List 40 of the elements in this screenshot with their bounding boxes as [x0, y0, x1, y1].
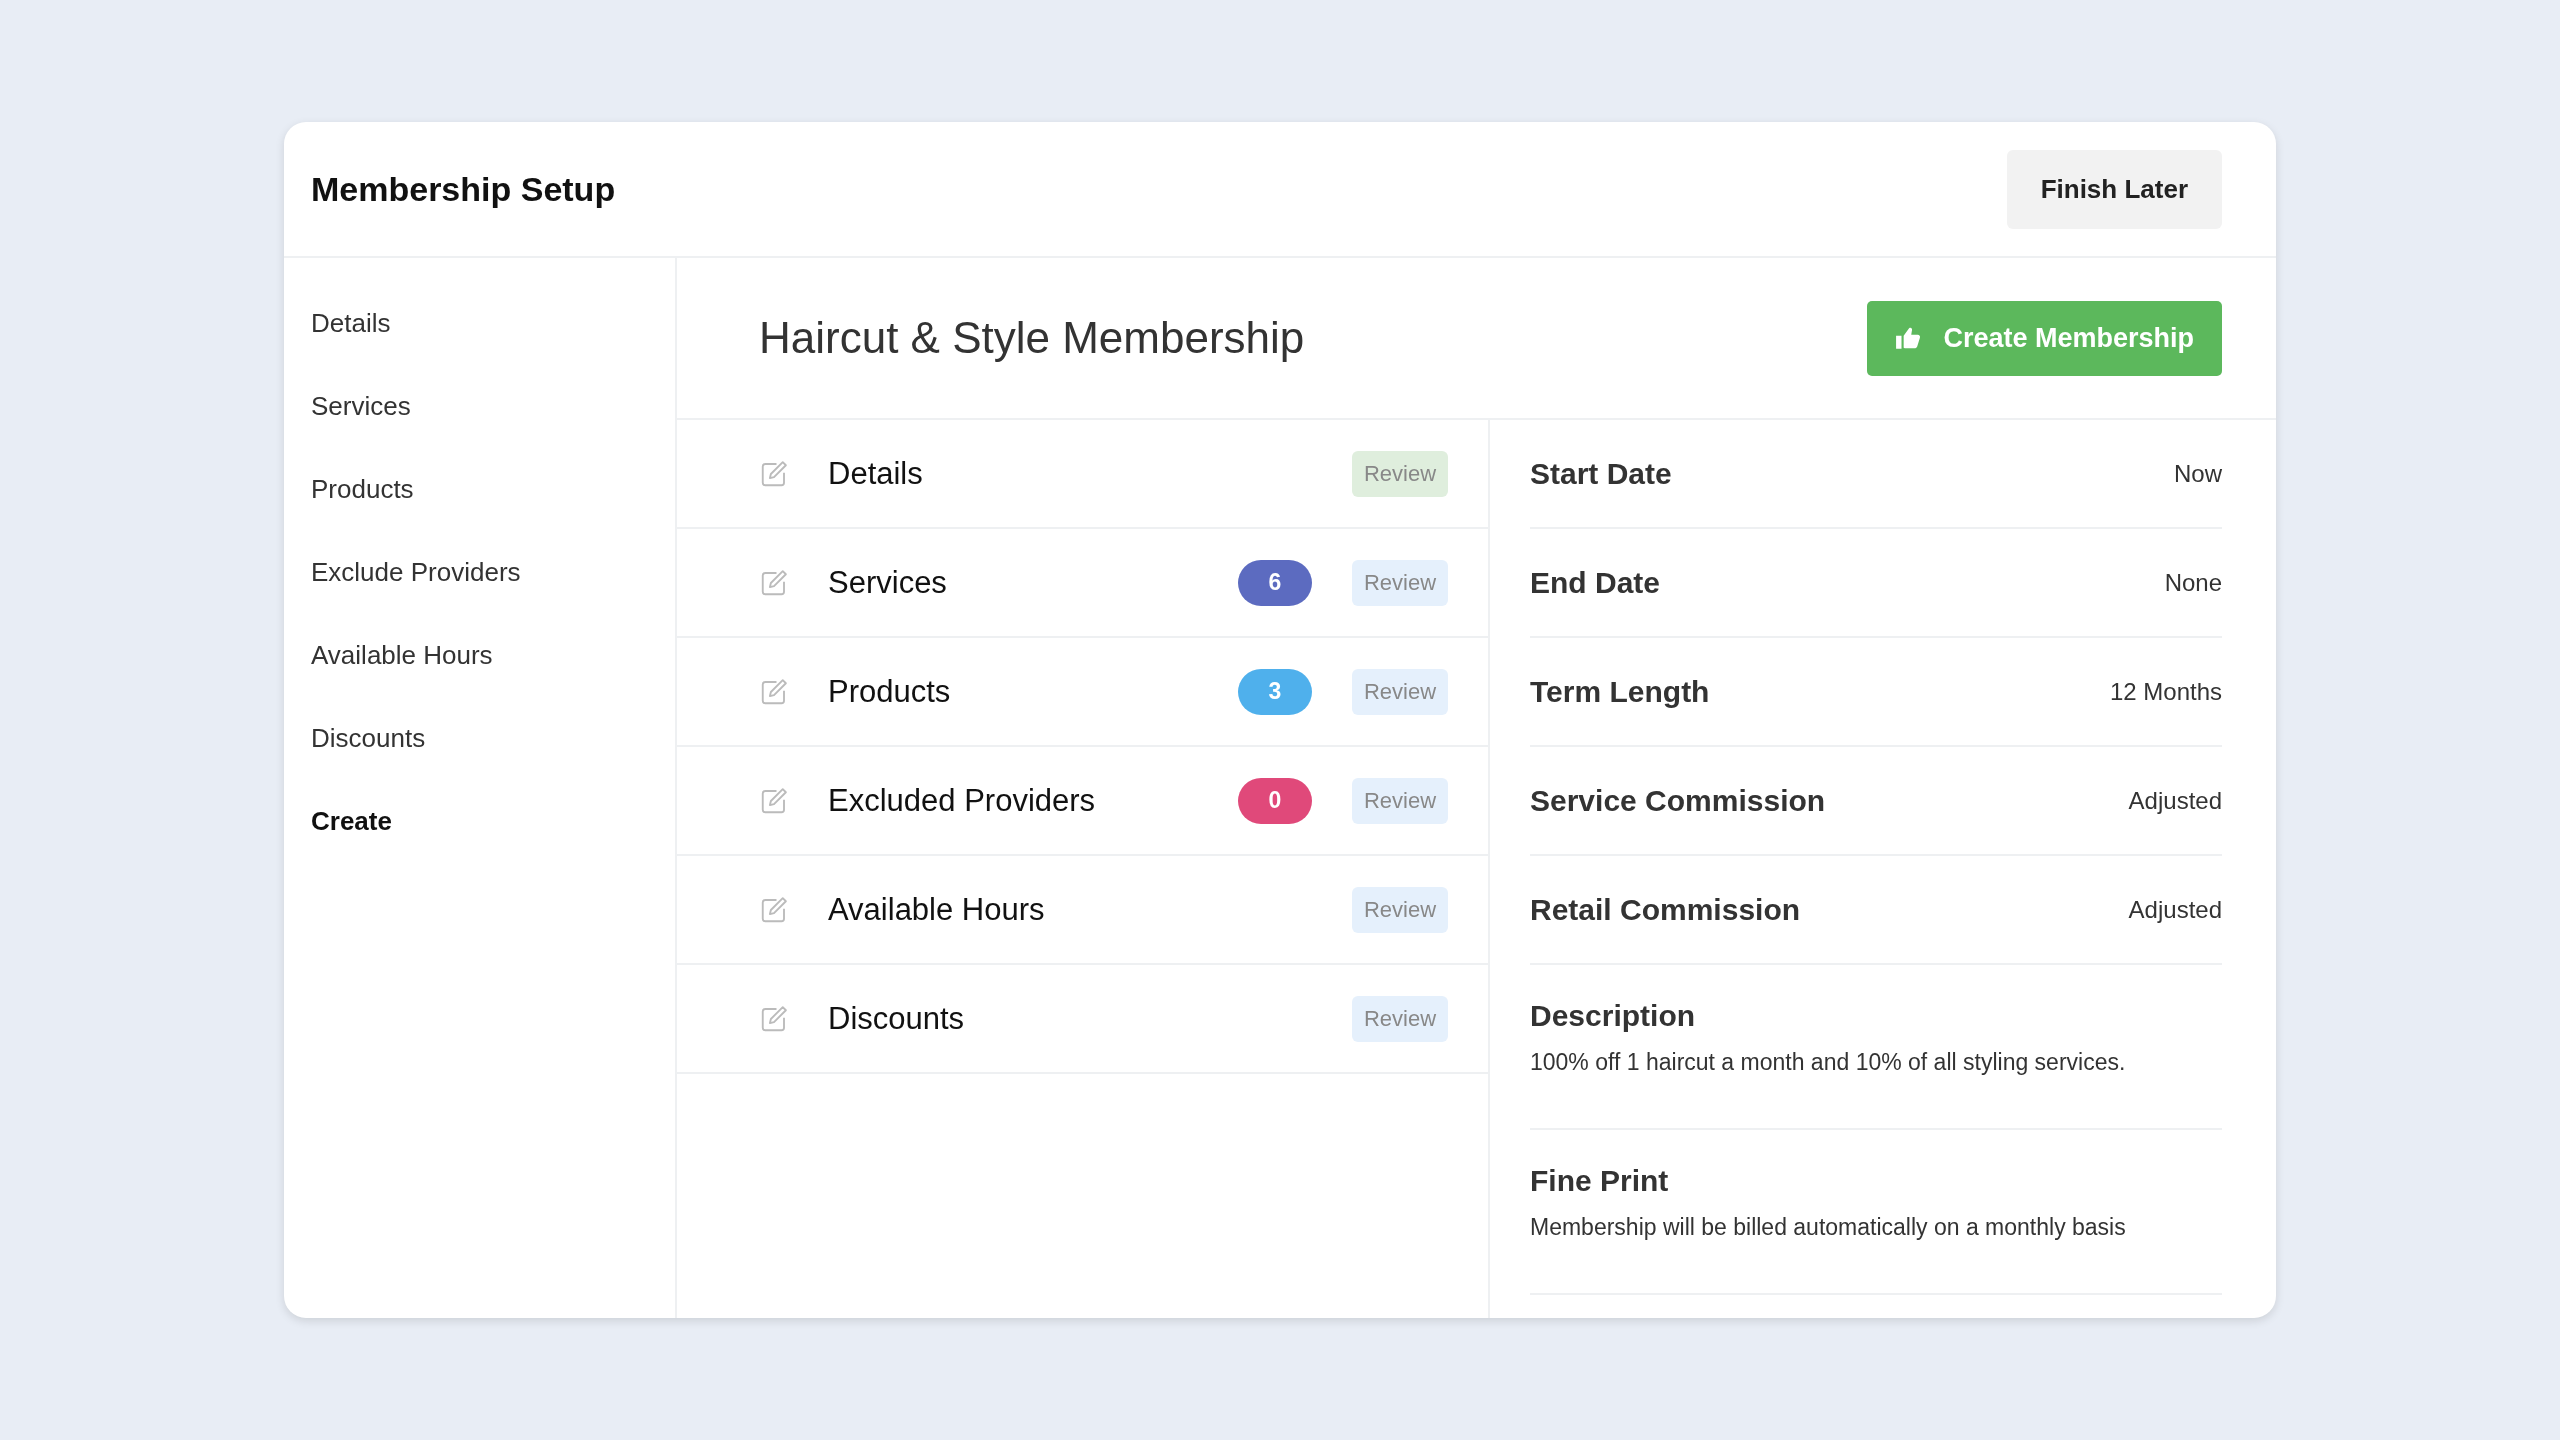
summary-text: 100% off 1 haircut a month and 10% of all styling services. — [1530, 1049, 2127, 1076]
edit-icon[interactable] — [759, 894, 789, 925]
edit-icon[interactable] — [759, 458, 789, 489]
edit-icon[interactable] — [759, 676, 789, 707]
summary-label: End Date — [1530, 565, 1661, 600]
finish-later-button[interactable]: Finish Later — [2006, 149, 2222, 229]
thumbs-up-icon — [1895, 326, 1922, 350]
summary-value: 12 Months — [2109, 677, 2222, 706]
sidebar-item[interactable]: Products — [311, 474, 675, 505]
sidebar-item[interactable]: Available Hours — [311, 640, 675, 671]
summary-label: Start Date — [1530, 456, 1672, 491]
section-label: Products — [828, 673, 952, 710]
count-badge: 6 — [1238, 559, 1312, 606]
section-label: Discounts — [828, 1000, 966, 1037]
summary-value: Adjusted — [2128, 895, 2222, 924]
edit-icon[interactable] — [759, 785, 789, 816]
section-label: Details — [828, 455, 924, 492]
section-label: Services — [828, 564, 948, 601]
section-label: Excluded Providers — [828, 782, 1097, 819]
membership-title: Haircut & Style Membership — [759, 313, 1305, 363]
summary-text: Membership will be billed automatically on a monthly basis — [1530, 1214, 2127, 1241]
summary-label: Retail Commission — [1530, 892, 1801, 927]
summary-label: Description — [1530, 999, 1697, 1033]
summary-label: Term Length — [1530, 674, 1710, 709]
page-title: Membership Setup — [311, 169, 616, 209]
count-badge: 3 — [1238, 668, 1312, 715]
summary-value: None — [2164, 568, 2222, 597]
sidebar-item[interactable]: Details — [311, 308, 675, 339]
section-label: Available Hours — [828, 891, 1046, 928]
count-badge: 0 — [1238, 777, 1312, 824]
edit-icon[interactable] — [759, 1003, 789, 1034]
edit-icon[interactable] — [759, 567, 789, 598]
sidebar-item[interactable]: Services — [311, 391, 675, 422]
summary-label: Service Commission — [1530, 783, 1826, 818]
sidebar-item[interactable]: Exclude Providers — [311, 557, 675, 588]
sidebar-item[interactable]: Create — [311, 806, 675, 837]
sidebar-item[interactable]: Discounts — [311, 723, 675, 754]
summary-label: Fine Print — [1530, 1164, 1670, 1198]
summary-value: Now — [2174, 459, 2222, 488]
summary-value: Adjusted — [2128, 786, 2222, 815]
